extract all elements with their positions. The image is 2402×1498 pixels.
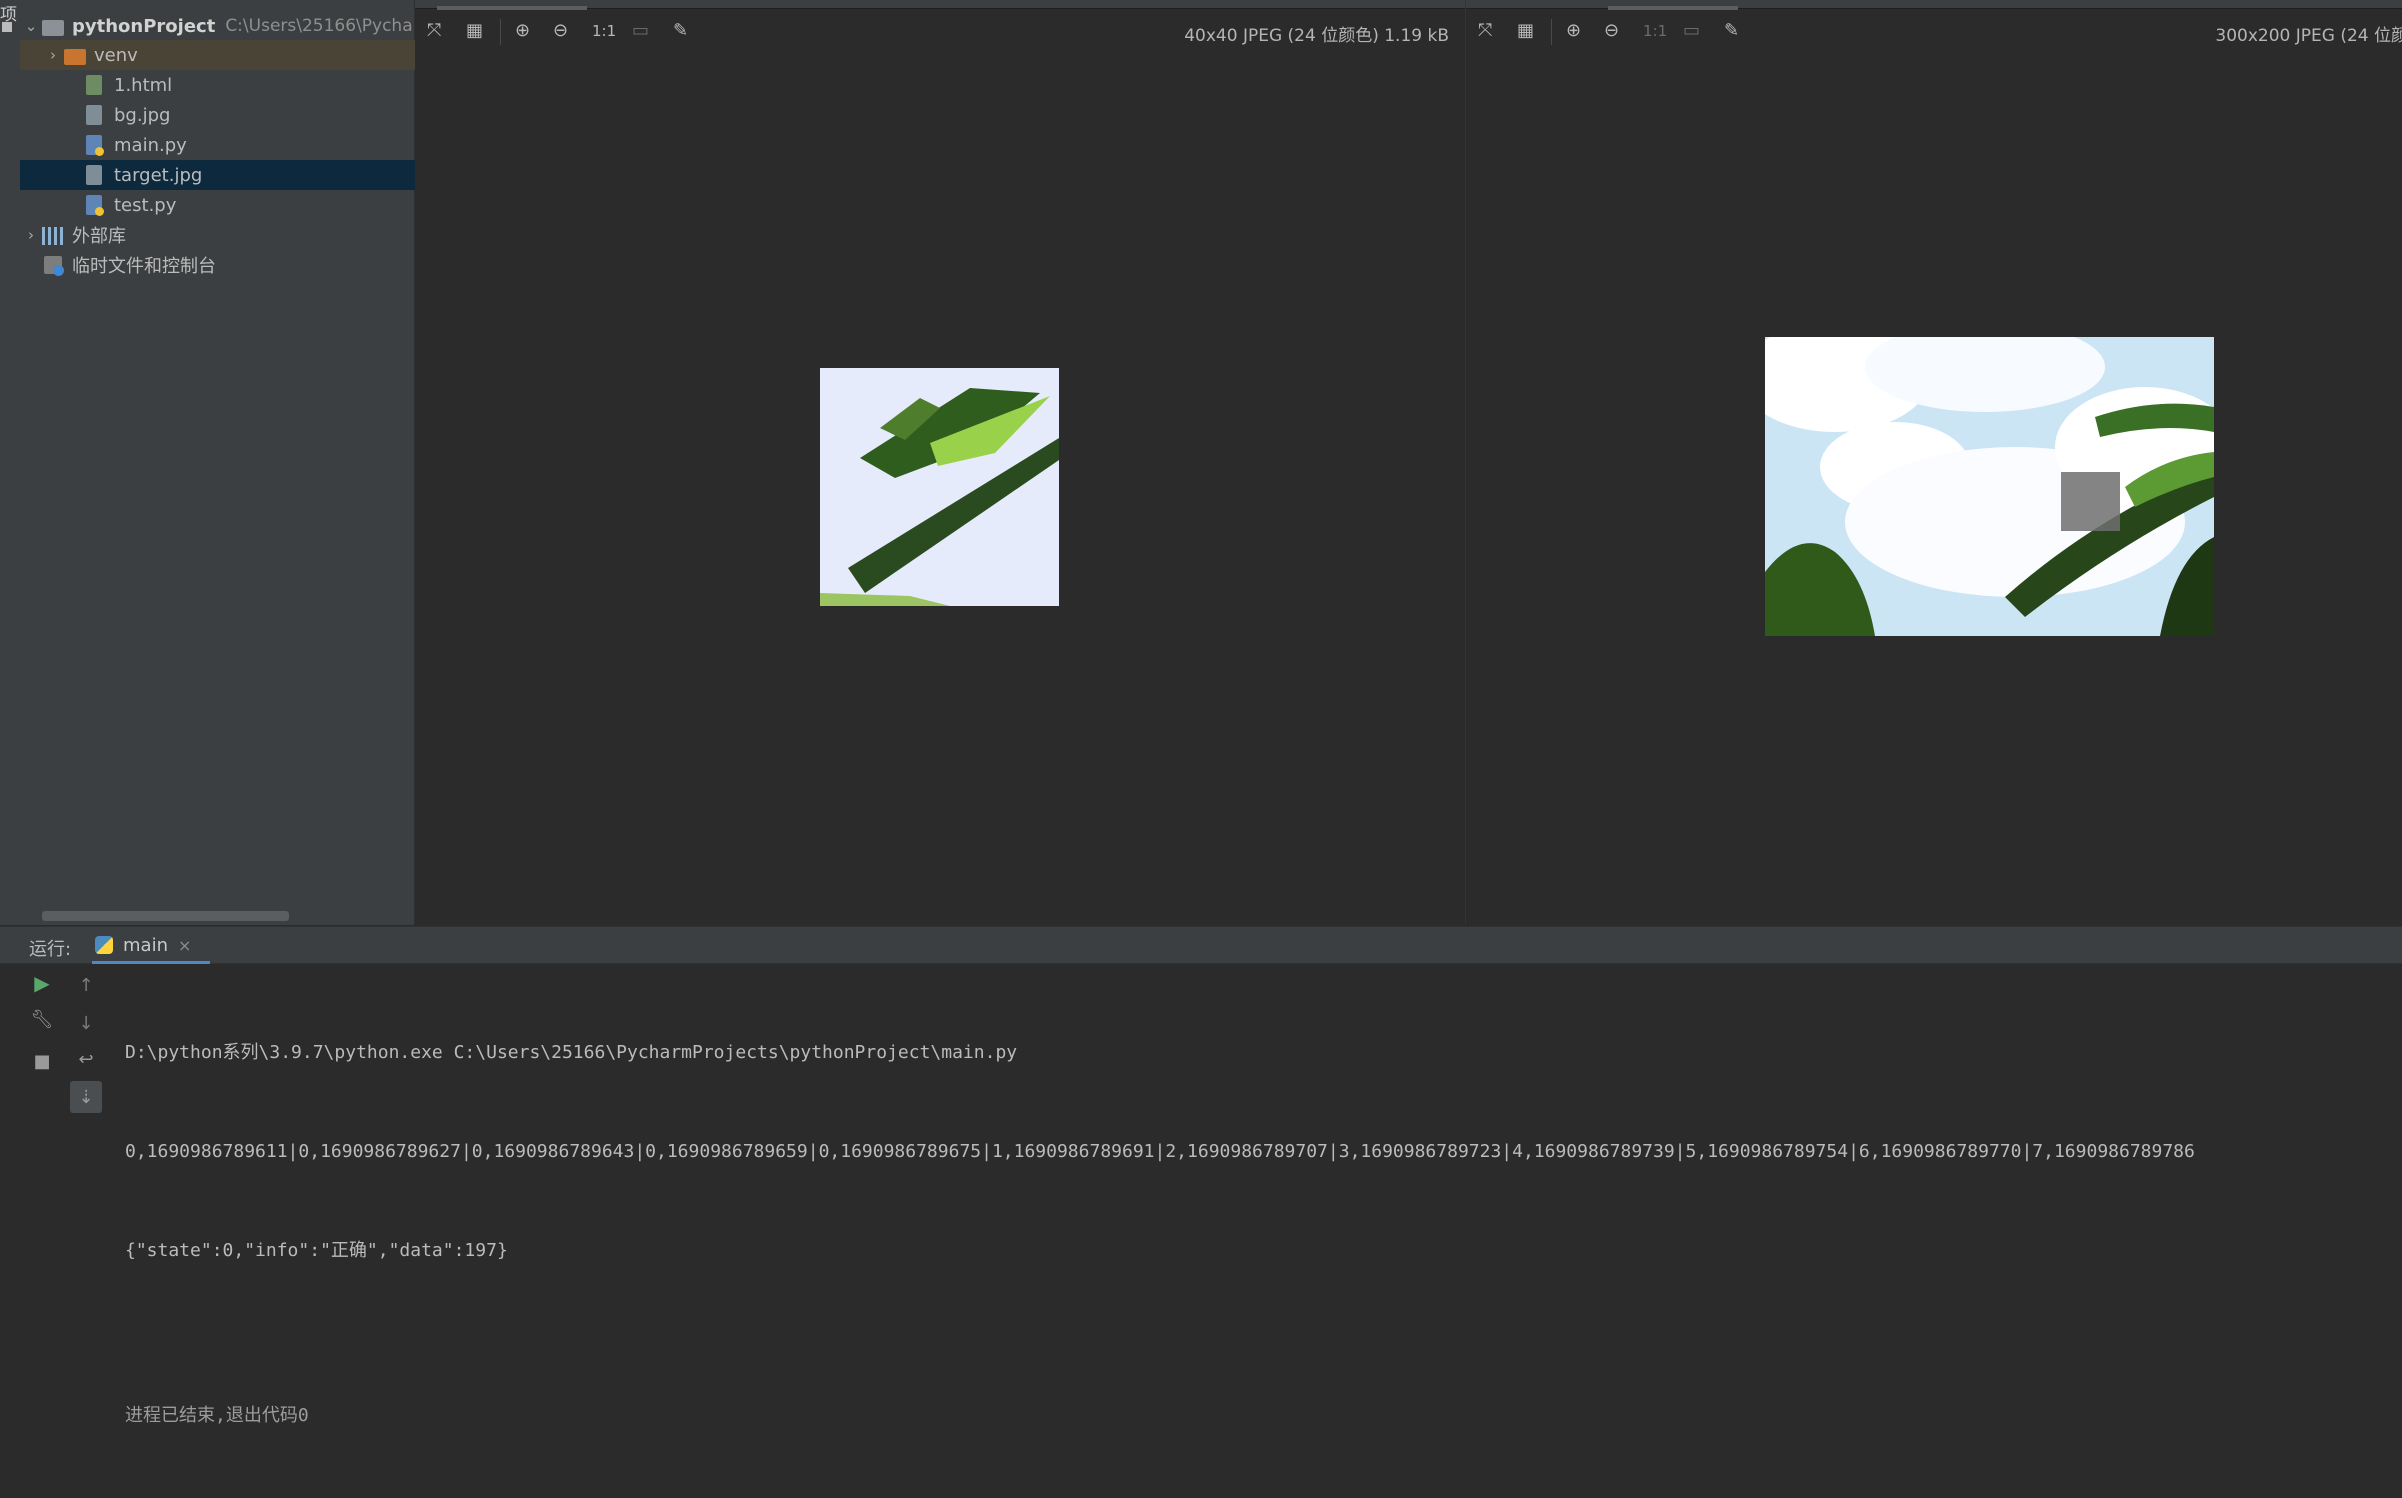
tree-item-venv[interactable]: › venv [20, 40, 436, 70]
run-panel: 运行: main × ▶ 🔧︎ ■ ↑ ↓ ↩ ⇣ D:\python系列\3.… [0, 926, 2402, 1426]
console-line: D:\python系列\3.9.7\python.exe C:\Users\25… [125, 1042, 1018, 1063]
html-file-icon [86, 75, 102, 95]
image-info: 40x40 JPEG (24 位颜色) 1.19 kB [1184, 26, 1449, 46]
image-file-icon [86, 165, 102, 185]
python-icon [95, 936, 113, 954]
console-output: D:\python系列\3.9.7\python.exe C:\Users\25… [125, 970, 2402, 1498]
color-picker-icon[interactable]: ✎ [1724, 20, 1739, 42]
tree-item-label: 1.html [114, 74, 173, 96]
actual-size-button[interactable]: 1:1 [592, 20, 616, 42]
tree-item-label: target.jpg [114, 164, 203, 186]
grid-icon[interactable]: ▦ [1517, 20, 1534, 42]
zoom-in-icon[interactable]: ⊕ [1566, 20, 1581, 42]
project-path: C:\Users\25166\Pycha [225, 16, 413, 36]
tree-item-label: 外部库 [72, 226, 126, 247]
color-picker-icon[interactable]: ✎ [673, 20, 688, 42]
chevron-right-icon[interactable]: › [20, 226, 42, 244]
tree-item-label: bg.jpg [114, 104, 171, 126]
tree-item-bg-jpg[interactable]: bg.jpg [20, 100, 476, 130]
image-info: 300x200 JPEG (24 位颜 [2215, 26, 2402, 46]
console-line: 0,1690986789611|0,1690986789627|0,169098… [125, 1141, 2195, 1162]
tree-root[interactable]: ⌄ pythonProject C:\Users\25166\Pycha [20, 11, 414, 41]
toolbar-separator [1551, 19, 1552, 45]
scratches-icon [44, 256, 64, 276]
stop-icon[interactable]: ■ [29, 1048, 55, 1074]
target-image [820, 368, 1059, 606]
image-file-icon [86, 105, 102, 125]
chevron-right-icon[interactable]: › [42, 46, 64, 64]
horizontal-scrollbar[interactable] [42, 911, 289, 921]
grid-icon[interactable]: ▦ [466, 20, 483, 42]
soft-wrap-icon[interactable]: ↩ [73, 1046, 99, 1072]
zoom-out-icon[interactable]: ⊖ [1604, 20, 1619, 42]
tree-item-1-html[interactable]: 1.html [20, 70, 476, 100]
project-panel: ⌄ pythonProject C:\Users\25166\Pycha › v… [20, 0, 476, 925]
image-toolbar: ⤧ ▦ ⊕ ⊖ 1:1 ▭ ✎ 300x200 JPEG (24 位颜 [1466, 17, 2402, 47]
tree-item-main-py[interactable]: main.py [20, 130, 476, 160]
fit-window-icon[interactable]: ▭ [632, 20, 649, 42]
python-file-icon [86, 195, 104, 216]
scroll-to-end-icon[interactable]: ⇣ [70, 1081, 102, 1113]
fit-window-icon[interactable]: ▭ [1683, 20, 1700, 42]
run-panel-header: 运行: main × [0, 927, 2402, 964]
python-file-icon [86, 135, 104, 156]
tree-item-label: 临时文件和控制台 [72, 256, 216, 277]
tree-item-label: main.py [114, 134, 187, 156]
active-tab-indicator [1608, 6, 1738, 10]
tree-item-label: test.py [114, 194, 177, 216]
run-label: 运行: [29, 939, 72, 960]
library-icon [42, 227, 64, 245]
folder-icon [42, 19, 64, 36]
background-image [1765, 337, 2214, 636]
wrench-icon[interactable]: 🔧︎ [29, 1006, 55, 1032]
run-tab-main[interactable]: main × [95, 930, 191, 960]
left-tool-strip: 项 [0, 0, 21, 925]
folder-icon [64, 48, 86, 65]
toolbar-separator [500, 19, 501, 45]
zoom-out-icon[interactable]: ⊖ [553, 20, 568, 42]
editor-tabs-strip [1466, 0, 2402, 9]
fit-zoom-icon[interactable]: ⤧ [427, 20, 441, 42]
tree-item-target-jpg[interactable]: target.jpg [20, 160, 476, 190]
rerun-icon[interactable]: ▶ [29, 970, 55, 996]
fit-zoom-icon[interactable]: ⤧ [1478, 20, 1492, 42]
arrow-up-icon[interactable]: ↑ [73, 972, 99, 998]
structure-tool-icon[interactable] [2, 22, 12, 32]
run-toolbar: ▶ 🔧︎ ■ ↑ ↓ ↩ ⇣ [0, 964, 110, 1128]
tree-item-scratches[interactable]: 临时文件和控制台 [20, 250, 436, 280]
sky-tree-graphic [1765, 337, 2214, 636]
tree-item-external-libraries[interactable]: › 外部库 [20, 220, 414, 250]
console-line: {"state":0,"info":"正确","data":197} [125, 1240, 508, 1261]
actual-size-button[interactable]: 1:1 [1643, 20, 1667, 42]
tree-item-label: venv [94, 44, 138, 66]
close-icon[interactable]: × [178, 936, 191, 955]
project-name: pythonProject [72, 15, 216, 37]
chevron-down-icon[interactable]: ⌄ [20, 17, 42, 35]
leaf-thumbnail-graphic [820, 368, 1059, 606]
zoom-in-icon[interactable]: ⊕ [515, 20, 530, 42]
arrow-down-icon[interactable]: ↓ [73, 1010, 99, 1036]
active-tab-indicator [437, 6, 587, 10]
tree-item-test-py[interactable]: test.py [20, 190, 476, 220]
run-tab-label: main [123, 934, 168, 956]
console-line: 进程已结束,退出代码0 [125, 1405, 309, 1426]
image-toolbar: ⤧ ▦ ⊕ ⊖ 1:1 ▭ ✎ 40x40 JPEG (24 位颜色) 1.19… [415, 17, 1465, 47]
